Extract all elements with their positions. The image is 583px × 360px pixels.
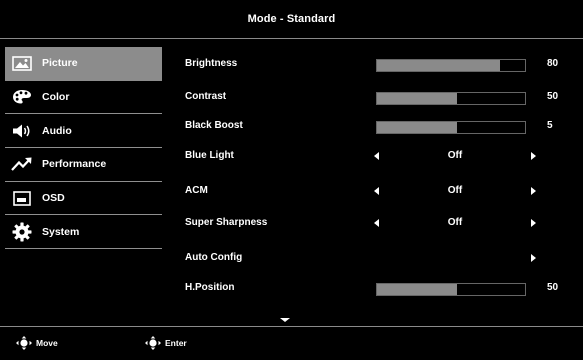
setting-label: Brightness: [185, 58, 238, 69]
setting-label: Auto Config: [185, 252, 243, 263]
sidebar-item-label: System: [42, 225, 80, 238]
contrast-slider-fill: [377, 93, 457, 104]
header-divider: [0, 38, 583, 39]
setting-value: 50: [547, 282, 559, 293]
arrow-left-icon[interactable]: [374, 219, 379, 227]
picture-icon: [11, 54, 33, 72]
setting-label: Contrast: [185, 91, 227, 102]
gear-icon: [11, 222, 33, 242]
scroll-down-icon[interactable]: [280, 318, 290, 322]
sidebar-item-label: Performance: [42, 158, 107, 171]
black-boost-slider-fill: [377, 122, 457, 133]
sidebar-item-label: Picture: [42, 57, 78, 70]
setting-value: 50: [547, 91, 559, 102]
sidebar-item-audio[interactable]: Audio: [5, 114, 162, 149]
arrow-right-icon[interactable]: [531, 187, 536, 195]
setting-row-black-boost[interactable]: Black Boost 5: [185, 112, 575, 142]
setting-row-brightness[interactable]: Brightness 80: [185, 50, 575, 80]
enter-hint: Enter: [143, 336, 187, 350]
speaker-icon: [11, 122, 33, 140]
setting-label: Black Boost: [185, 120, 243, 131]
trend-up-icon: [11, 155, 33, 173]
osd-footer: Move Enter: [0, 327, 583, 360]
enter-label: Enter: [165, 338, 187, 348]
arrow-left-icon[interactable]: [374, 187, 379, 195]
sidebar-item-label: Color: [42, 91, 70, 104]
setting-row-super-sharpness[interactable]: Super Sharpness Off: [185, 209, 575, 239]
sidebar-item-label: OSD: [42, 192, 65, 205]
sidebar-item-picture[interactable]: Picture: [5, 47, 162, 81]
setting-label: H.Position: [185, 282, 235, 293]
setting-row-h-position[interactable]: H.Position 50: [185, 274, 575, 304]
four-way-joystick-icon: [16, 336, 32, 350]
setting-label: Super Sharpness: [185, 217, 268, 228]
osd-sidebar: Picture Color Audio Performance OSD Syst…: [5, 47, 162, 250]
black-boost-slider[interactable]: [376, 121, 526, 134]
osd-header: Mode - Standard: [0, 0, 583, 38]
brightness-slider[interactable]: [376, 59, 526, 72]
setting-row-auto-config[interactable]: Auto Config: [185, 244, 575, 274]
arrow-right-icon[interactable]: [531, 254, 536, 262]
setting-value: 5: [547, 120, 553, 131]
arrow-right-icon[interactable]: [531, 152, 536, 160]
h-position-slider[interactable]: [376, 283, 526, 296]
setting-label: ACM: [185, 185, 208, 196]
move-hint: Move: [14, 336, 58, 350]
setting-row-blue-light[interactable]: Blue Light Off: [185, 142, 575, 172]
sidebar-item-system[interactable]: System: [5, 215, 162, 250]
sidebar-item-osd[interactable]: OSD: [5, 182, 162, 216]
osd-icon: [11, 189, 33, 207]
arrow-left-icon[interactable]: [374, 152, 379, 160]
setting-label: Blue Light: [185, 150, 234, 161]
joystick-press-icon: [145, 336, 161, 350]
sidebar-item-color[interactable]: Color: [5, 81, 162, 115]
contrast-slider[interactable]: [376, 92, 526, 105]
palette-icon: [11, 88, 33, 106]
arrow-right-icon[interactable]: [531, 219, 536, 227]
move-label: Move: [36, 338, 58, 348]
setting-value: 80: [547, 58, 559, 69]
option-value: Off: [447, 217, 463, 228]
option-value: Off: [447, 150, 463, 161]
setting-row-contrast[interactable]: Contrast 50: [185, 83, 575, 113]
option-value: Off: [447, 185, 463, 196]
brightness-slider-fill: [377, 60, 500, 71]
sidebar-item-label: Audio: [42, 124, 72, 137]
h-position-slider-fill: [377, 284, 457, 295]
mode-title: Mode - Standard: [247, 13, 336, 25]
sidebar-item-performance[interactable]: Performance: [5, 148, 162, 182]
setting-row-acm[interactable]: ACM Off: [185, 177, 575, 207]
